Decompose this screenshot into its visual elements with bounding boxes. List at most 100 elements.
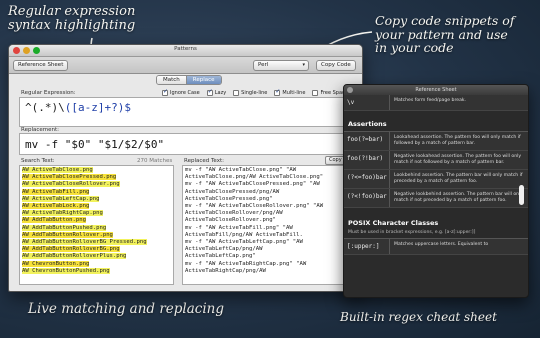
match-highlight: AW ActiveTabCloseRollover.png [22, 181, 120, 188]
reference-key: (?<=foo)bar [344, 170, 390, 188]
replaced-text-label: Replaced Text: [184, 158, 224, 164]
search-line: AW AddTabButtonRolloverBG.png [22, 246, 171, 253]
replaced-line: mv -f "AW ActiveTabCloseRollover.png" "A… [185, 203, 324, 210]
replaced-line: ActiveTabCloseRollover/png/AW [185, 210, 283, 217]
callout-line: in your code [375, 40, 454, 55]
option-single-line[interactable]: Single-line [233, 90, 267, 96]
reference-key: foo(?!bar) [344, 151, 390, 169]
reference-key: (?<!foo)bar [344, 189, 390, 207]
search-line: AW ActiveTabClosePressed.png [22, 174, 171, 181]
reference-desc: Negative lookahead assertion. The patter… [394, 154, 522, 165]
tab-replace[interactable]: Replace [185, 76, 221, 84]
replaced-line: ActiveTabLeftCap/png/AW [185, 246, 263, 253]
callout-line: your pattern and use [375, 26, 508, 42]
search-line: AW ChevronButtonPushed.png [22, 267, 171, 275]
replaced-line: mv -f "AW ActiveTabRightCap.png" "AW [185, 260, 307, 267]
tab-match[interactable]: Match [157, 76, 186, 84]
patterns-window: Patterns Reference Sheet Perl ▾ Copy Cod… [8, 44, 363, 292]
match-highlight: AW AddTabButtonRolloverPlus.png [22, 253, 127, 260]
match-highlight: AW AddTabButtonRollover.png [22, 231, 113, 238]
replaced-line: ActiveTabClosePressed/png/AW [185, 188, 280, 195]
search-line: AW ActiveTabCloseRollover.png [22, 181, 171, 188]
replaced-line: mv -f "AW ActiveTabClose.png" "AW [185, 167, 297, 173]
search-text-pane[interactable]: AW ActiveTabClose.png AW ActiveTabClosePr… [19, 165, 174, 285]
search-text-label: Search Text: [21, 158, 55, 164]
mode-segmented-control: Match Replace [156, 75, 222, 85]
match-highlight: AW AddTabButtonPushed.png [22, 224, 107, 231]
assertion-row: foo(?=bar) Lookahead assertion. The patte… [344, 132, 528, 151]
reference-sheet-title-bar: Reference Sheet [344, 85, 528, 95]
checkbox[interactable] [233, 90, 240, 96]
callout-line: Regular expression [8, 4, 136, 19]
checkbox[interactable] [274, 88, 280, 96]
reference-desc: Lookbehind assertion. The pattern bar wi… [394, 173, 523, 184]
regex-label: Regular Expression: [21, 90, 76, 96]
reference-row: [:upper:] Matches uppercase letters. Equ… [344, 239, 528, 255]
assertion-row: (?<!foo)bar Negative lookbehind assertion… [344, 189, 528, 208]
match-highlight: AW ChevronButton.png [22, 260, 90, 267]
reference-row: \v Matches form feed/page break. [344, 95, 528, 111]
replaced-line: mv -f "AW ActiveTabClosePressed.png" "AW [185, 181, 320, 188]
regex-input[interactable]: ^(.*)\([a-z]+?)$ [19, 97, 353, 127]
reference-scrollbar[interactable] [519, 185, 524, 205]
match-highlight: AW AddTabButtonRolloverBG.png [22, 246, 120, 253]
option-ignore-case[interactable]: Ignore Case [162, 88, 200, 96]
reference-desc: Negative lookbehind assertion. The patte… [394, 192, 524, 203]
reference-key: foo(?=bar) [344, 132, 390, 150]
assertion-row: foo(?!bar) Negative lookahead assertion. … [344, 151, 528, 170]
regex-token: +? [104, 101, 118, 114]
callout-live-matching: Live matching and replacing [28, 301, 225, 317]
reference-sheet-title: Reference Sheet [415, 87, 457, 93]
search-line: AW ActiveTabRightCap.png [22, 210, 171, 217]
replaced-line: ActiveTabRightCap/png/AW [185, 267, 266, 274]
match-highlight: AW ActiveTabLeftCap.png [22, 195, 100, 202]
language-select[interactable]: Perl ▾ [253, 60, 309, 71]
replaced-text-pane[interactable]: mv -f "AW ActiveTabClose.png" "AW ActiveT… [182, 165, 353, 285]
callout-line: Copy code snippets of [375, 13, 515, 28]
reference-key: \v [344, 95, 390, 110]
assertion-row: (?<=foo)bar Lookbehind assertion. The pat… [344, 170, 528, 189]
match-highlight: AW AddTabButtonRolloverBG Pressed.png [22, 239, 147, 246]
copy-code-button[interactable]: Copy Code [316, 60, 356, 71]
checkbox[interactable] [162, 88, 168, 96]
chevron-down-icon: ▾ [302, 62, 305, 68]
option-multi-line[interactable]: Multi-line [274, 88, 305, 96]
replaced-line: ActiveTabClosePressed.png" [185, 195, 273, 202]
close-icon[interactable] [347, 87, 353, 93]
search-line: AW AddTabButtonRolloverPlus.png [22, 253, 171, 260]
reference-desc: Matches form feed/page break. [394, 98, 466, 103]
reference-sheet-button[interactable]: Reference Sheet [13, 60, 69, 71]
window-title: Patterns [174, 46, 197, 52]
replacement-input[interactable]: mv -f "$0" "$1/$2/$0" [19, 133, 353, 155]
assertions-heading: Assertions [344, 117, 528, 132]
replaced-line: ActiveTabCloseRollover.png" [185, 217, 276, 224]
match-count: 270 Matches [137, 158, 173, 164]
search-line: AW AddTabButton.png [22, 217, 171, 224]
search-line: AW AddTabButtonRolloverBG Pressed.png [22, 239, 171, 246]
posix-subtitle: Must be used in bracket expressions, e.g… [344, 230, 528, 239]
regex-token: )$ [117, 101, 131, 114]
match-highlight: AW ActiveTabFill.png [22, 188, 90, 195]
checkbox[interactable] [206, 88, 213, 96]
callout-syntax-highlighting: Regular expression syntax highlighting [8, 4, 136, 34]
replaced-line: mv -f "AW ActiveTabFill.png" "AW [185, 224, 293, 231]
reference-desc: Lookahead assertion. The pattern foo wil… [394, 135, 521, 146]
search-line: AW ChevronButton.png [22, 260, 171, 268]
option-label: Ignore Case [170, 90, 200, 96]
search-line: AW AddTabButtonPushed.png [22, 224, 171, 232]
checkbox[interactable] [312, 90, 319, 96]
callout-line: syntax highlighting [8, 18, 136, 34]
search-line: AW AddTabButtonRollover.png [22, 231, 171, 239]
replaced-line: mv -f "AW ActiveTabLeftCap.png" "AW [185, 239, 303, 246]
match-highlight: AW ChevronButtonPushed.png [22, 267, 110, 274]
replaced-line: ActiveTabLeftCap.png" [185, 253, 256, 260]
reference-desc: Matches uppercase letters. Equivalent to [394, 242, 489, 247]
title-bar: Patterns [9, 45, 362, 57]
reference-sheet-panel: Reference Sheet \v Matches form feed/pag… [343, 84, 529, 298]
replaced-line: ActiveTabClose.png/AW ActiveTabClose.png… [185, 174, 324, 181]
option-lazy[interactable]: Lazy [206, 88, 226, 96]
callout-copy-code: Copy code snippets of your pattern and u… [375, 14, 514, 55]
language-value: Perl [258, 62, 269, 68]
callout-cheat-sheet: Built-in regex cheat sheet [340, 310, 497, 324]
toolbar: Reference Sheet Perl ▾ Copy Code [9, 57, 362, 74]
